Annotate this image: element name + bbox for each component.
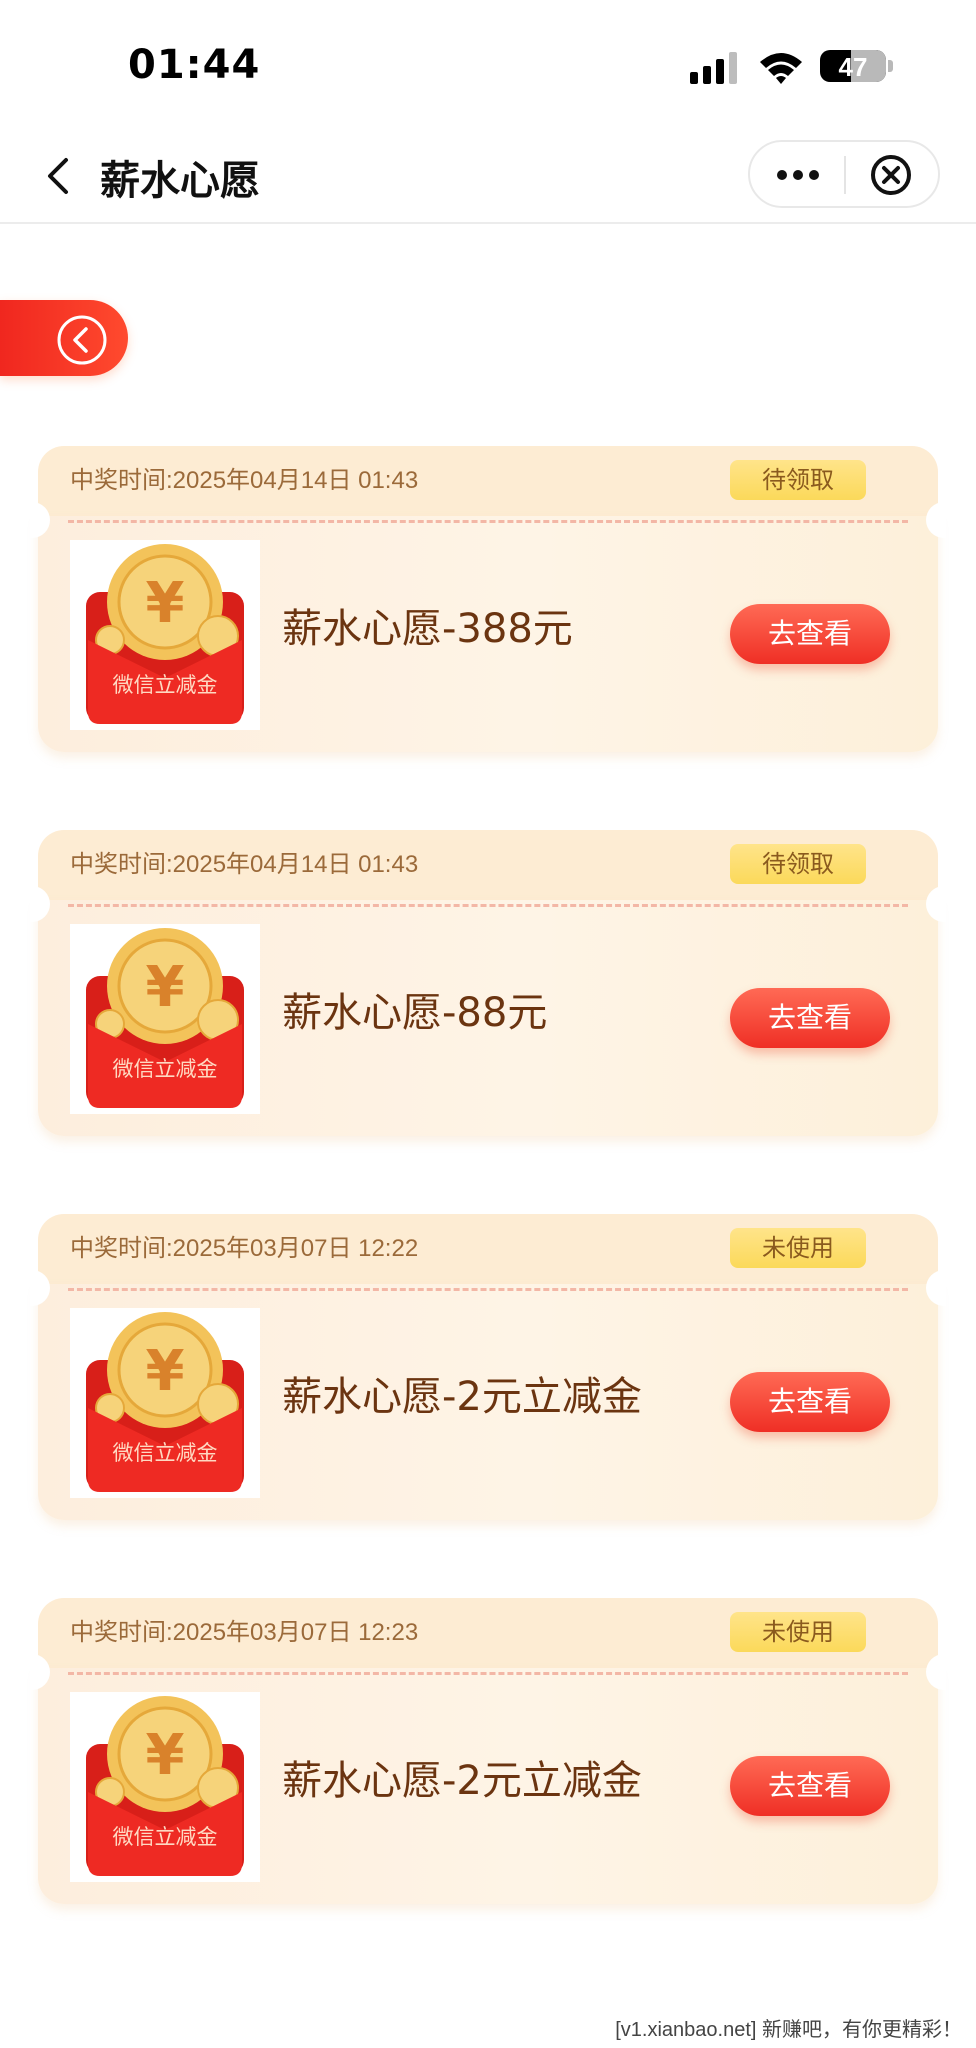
status-badge: 未使用 <box>730 1612 866 1652</box>
battery-icon: 47 <box>820 50 886 82</box>
view-button[interactable]: 去查看 <box>730 604 890 664</box>
card-dashed-divider <box>68 904 908 907</box>
nav-bar: 薪水心愿 <box>0 130 976 224</box>
prize-name: 薪水心愿-2元立减金 <box>282 1758 642 1804</box>
red-envelope-thumbnail: ¥ 微信立减金 <box>70 1308 260 1498</box>
svg-text:¥: ¥ <box>146 955 185 1020</box>
prize-name: 薪水心愿-2元立减金 <box>282 1374 642 1420</box>
battery-level: 47 <box>838 52 868 82</box>
status-time: 01:44 <box>128 42 261 88</box>
red-envelope-icon: ¥ 微信立减金 <box>86 1696 244 1876</box>
red-envelope-icon: ¥ 微信立减金 <box>86 544 244 724</box>
status-bar: 01:44 47 <box>0 0 976 130</box>
svg-text:¥: ¥ <box>146 1339 185 1404</box>
thumb-text: 微信立减金 <box>113 1441 218 1465</box>
card-dashed-divider <box>68 1288 908 1291</box>
prize-card: 中奖时间:2025年03月07日 12:22 未使用 ¥ 微信立减金 薪水心愿-… <box>30 1214 946 1520</box>
page-title: 薪水心愿 <box>100 158 260 204</box>
card-dashed-divider <box>68 1672 908 1675</box>
prize-card: 中奖时间:2025年03月07日 12:23 未使用 ¥ 微信立减金 薪水心愿-… <box>30 1598 946 1904</box>
prize-name: 薪水心愿-388元 <box>282 606 573 652</box>
prize-card: 中奖时间:2025年04月14日 01:43 待领取 ¥ 微信立减金 薪水心愿-… <box>30 830 946 1136</box>
thumb-text: 微信立减金 <box>113 1825 218 1849</box>
view-button[interactable]: 去查看 <box>730 1756 890 1816</box>
win-time: 中奖时间:2025年04月14日 01:43 <box>70 467 419 494</box>
battery-tip <box>888 60 893 72</box>
prize-card: 中奖时间:2025年04月14日 01:43 待领取 ¥ 微信立减金 薪水心愿-… <box>30 446 946 752</box>
more-icon[interactable] <box>768 152 828 198</box>
thumb-text: 微信立减金 <box>113 673 218 697</box>
back-arrow-icon[interactable] <box>38 152 78 200</box>
view-button[interactable]: 去查看 <box>730 988 890 1048</box>
card-dashed-divider <box>68 520 908 523</box>
win-time: 中奖时间:2025年03月07日 12:23 <box>70 1619 419 1646</box>
thumb-text: 微信立减金 <box>113 1057 218 1081</box>
capsule-divider <box>844 156 846 194</box>
status-badge: 未使用 <box>730 1228 866 1268</box>
watermark-text: [v1.xianbao.net] 新赚吧，有你更精彩！ <box>615 2019 962 2041</box>
circle-back-icon <box>57 315 107 365</box>
floating-back-button[interactable] <box>0 300 128 376</box>
mini-program-capsule <box>748 140 940 208</box>
red-envelope-thumbnail: ¥ 微信立减金 <box>70 924 260 1114</box>
win-time: 中奖时间:2025年03月07日 12:22 <box>70 1235 419 1262</box>
status-badge: 待领取 <box>730 460 866 500</box>
cellular-signal-icon <box>690 52 737 84</box>
red-envelope-icon: ¥ 微信立减金 <box>86 1312 244 1492</box>
view-button[interactable]: 去查看 <box>730 1372 890 1432</box>
win-time: 中奖时间:2025年04月14日 01:43 <box>70 851 419 878</box>
red-envelope-thumbnail: ¥ 微信立减金 <box>70 1692 260 1882</box>
prize-name: 薪水心愿-88元 <box>282 990 548 1036</box>
status-badge: 待领取 <box>730 844 866 884</box>
svg-text:¥: ¥ <box>146 571 185 636</box>
svg-text:¥: ¥ <box>146 1723 185 1788</box>
red-envelope-icon: ¥ 微信立减金 <box>86 928 244 1108</box>
red-envelope-thumbnail: ¥ 微信立减金 <box>70 540 260 730</box>
wifi-icon <box>760 53 802 84</box>
close-icon[interactable] <box>868 152 914 198</box>
